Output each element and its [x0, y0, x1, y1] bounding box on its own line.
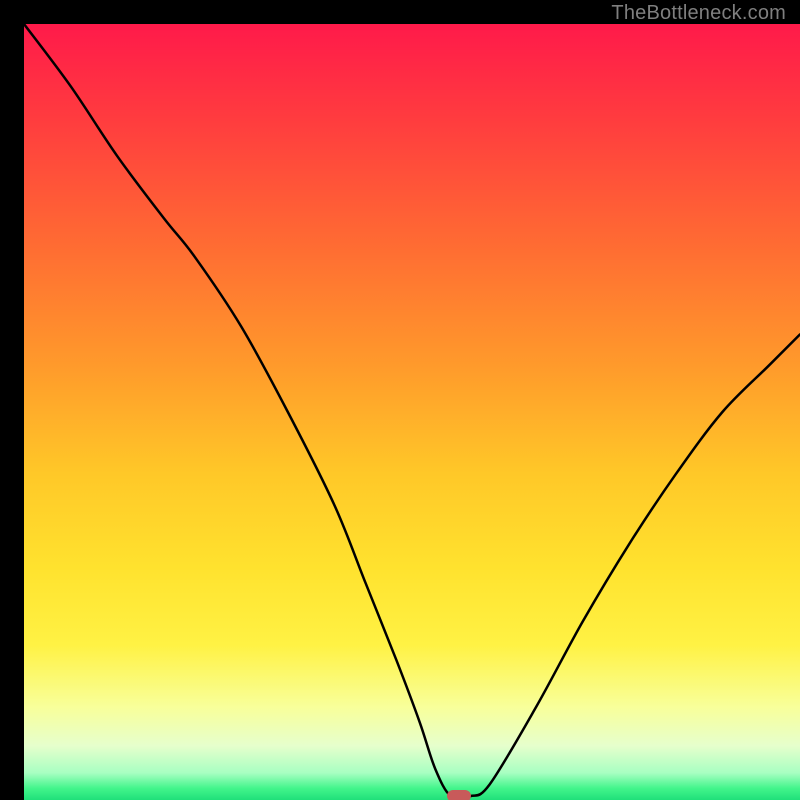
optimal-point-marker: [447, 790, 471, 800]
plot-area: [24, 24, 800, 800]
watermark-text: TheBottleneck.com: [611, 2, 786, 25]
bottleneck-curve: [24, 24, 800, 800]
chart-frame: [12, 12, 788, 788]
